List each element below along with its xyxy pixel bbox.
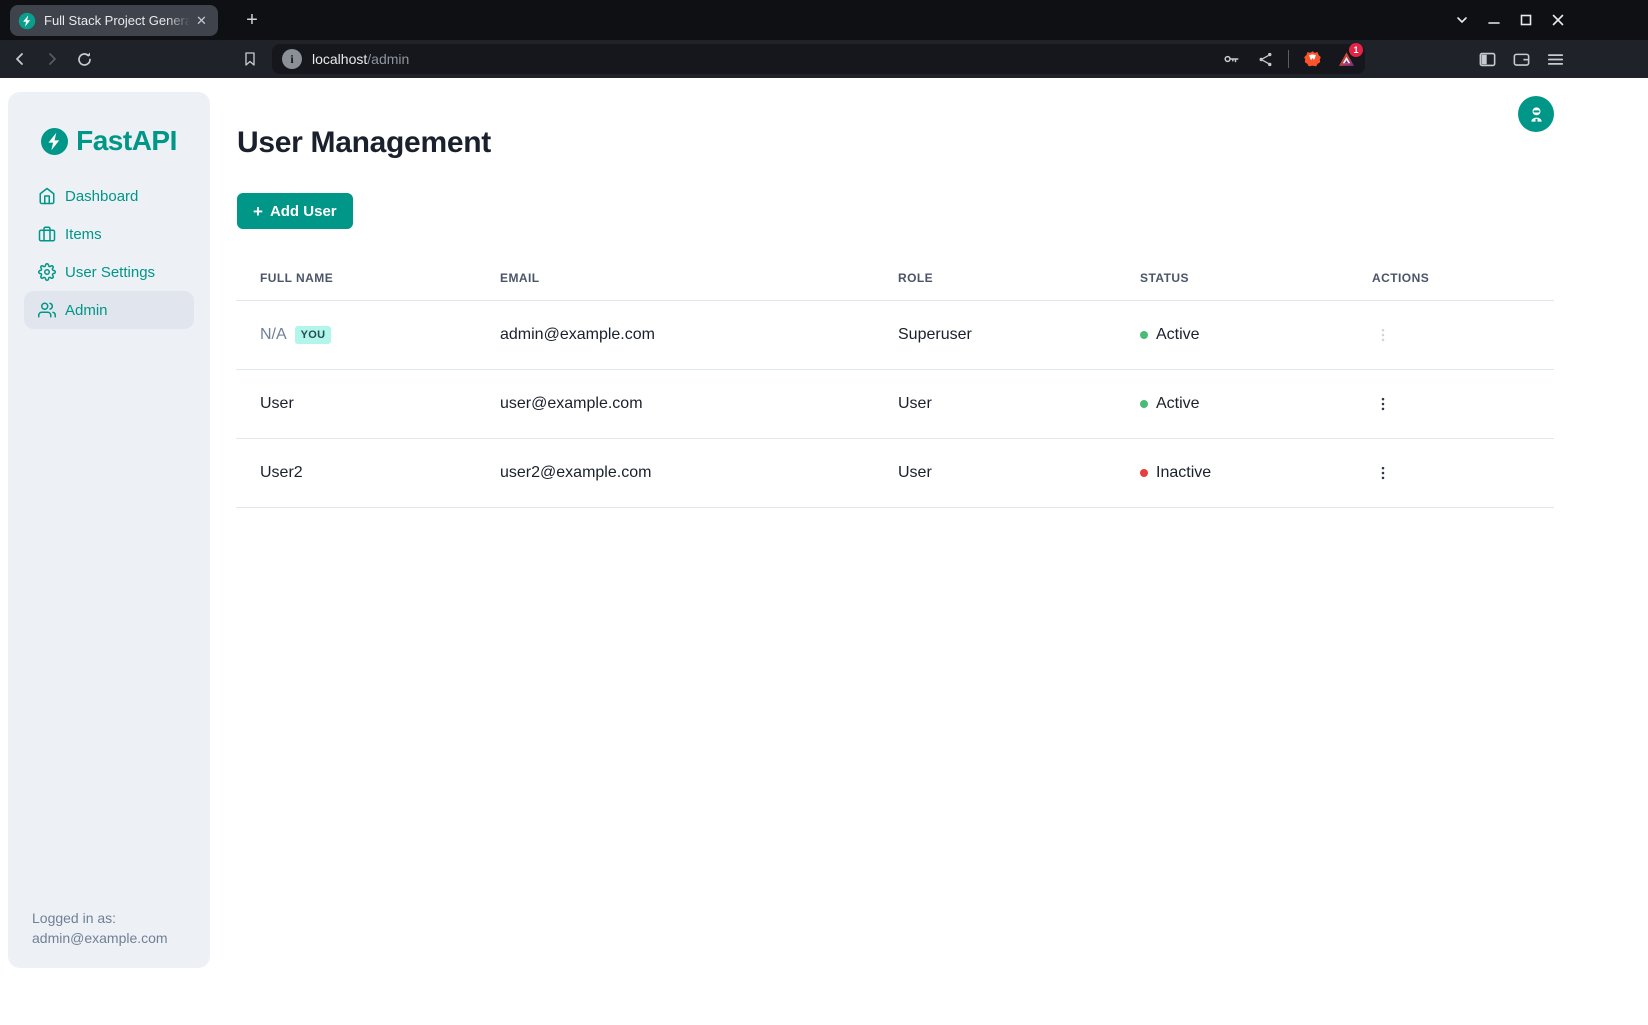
table-row: User2 user2@example.com User Inactive [236,439,1554,508]
page-title: User Management [236,126,1554,160]
ellipsis-vertical-icon [1374,326,1392,344]
logged-in-label: Logged in as: [32,908,168,928]
table-row: User user@example.com User Active [236,370,1554,439]
reload-button[interactable] [68,43,100,75]
table-body: N/A YOU admin@example.com Superuser Acti… [236,301,1554,508]
password-key-icon[interactable] [1220,48,1242,70]
sidebar-item-label: Admin [65,302,108,319]
app-logo: FastAPI [8,125,210,157]
users-table: Full name Email Role Status Actions N/A … [236,255,1554,508]
cell-full-name: User2 [236,464,476,482]
sidebar-nav: Dashboard Items User Settings Admin [8,177,210,329]
url-text[interactable]: localhost/admin [312,51,409,67]
status-dot [1140,331,1148,339]
row-actions-menu-button[interactable] [1372,462,1394,484]
sidebar-item-dashboard[interactable]: Dashboard [24,177,194,215]
sidebar: FastAPI Dashboard Items User Settings Ad… [8,92,210,968]
logged-in-as: Logged in as: admin@example.com [32,908,168,948]
cell-role: Superuser [874,326,1116,344]
browser-tab[interactable]: Full Stack Project Genera ✕ [10,5,218,36]
ellipsis-vertical-icon [1374,464,1392,482]
cell-full-name: User [236,395,476,413]
url-path: /admin [367,51,409,67]
brave-shield-icon[interactable] [1301,48,1323,70]
forward-button[interactable] [36,43,68,75]
plus-icon: + [253,203,263,220]
cell-role: User [874,464,1116,482]
fastapi-logo-icon [41,128,68,155]
cell-full-name: N/A YOU [236,326,476,344]
rewards-count-badge: 1 [1349,43,1363,57]
tab-title: Full Stack Project Genera [44,13,193,28]
table-header-row: Full name Email Role Status Actions [236,255,1554,301]
cell-role: User [874,395,1116,413]
tab-close-icon[interactable]: ✕ [193,12,210,29]
browser-titlebar: Full Stack Project Genera ✕ + [0,0,1648,40]
user-menu-button[interactable] [1518,96,1554,132]
column-header-email: Email [476,271,874,285]
row-actions-menu-button[interactable] [1372,324,1394,346]
app-page: FastAPI Dashboard Items User Settings Ad… [0,78,1648,1025]
column-header-status: Status [1116,271,1348,285]
new-tab-button[interactable]: + [240,8,264,32]
full-name-text: User [260,395,294,413]
window-close-button[interactable] [1548,10,1568,30]
status-text: Active [1156,326,1200,344]
cell-actions [1348,462,1554,484]
browser-toolbar: i localhost/admin 1 [0,40,1648,78]
menu-icon[interactable] [1542,46,1568,72]
app-logo-text: FastAPI [76,125,177,157]
add-user-label: Add User [270,203,337,220]
status-text: Active [1156,395,1200,413]
fastapi-favicon-icon [18,12,36,30]
status-text: Inactive [1156,464,1211,482]
main-content: User Management + Add User Full name Ema… [236,78,1554,508]
user-astronaut-icon [1527,105,1546,124]
address-bar[interactable]: i localhost/admin 1 [272,44,1365,74]
site-info-icon[interactable]: i [282,49,302,69]
table-row: N/A YOU admin@example.com Superuser Acti… [236,301,1554,370]
sidebar-toggle-icon[interactable] [1474,46,1500,72]
window-minimize-button[interactable] [1484,10,1504,30]
you-badge: YOU [295,326,332,344]
sidebar-item-label: Items [65,226,102,243]
back-button[interactable] [4,43,36,75]
status-dot [1140,400,1148,408]
cell-actions [1348,324,1554,346]
users-icon [38,301,56,319]
bookmark-icon[interactable] [238,47,262,71]
ellipsis-vertical-icon [1374,395,1392,413]
cell-status: Active [1116,326,1348,344]
cell-actions [1348,393,1554,415]
logged-in-email: admin@example.com [32,928,168,948]
wallet-icon[interactable] [1508,46,1534,72]
row-actions-menu-button[interactable] [1372,393,1394,415]
briefcase-icon [38,225,56,243]
brave-rewards-icon[interactable]: 1 [1335,48,1357,70]
sidebar-item-label: Dashboard [65,188,138,205]
add-user-button[interactable]: + Add User [237,193,353,229]
share-icon[interactable] [1254,48,1276,70]
gear-icon [38,263,56,281]
tab-search-chevron-icon[interactable] [1452,10,1472,30]
sidebar-item-user-settings[interactable]: User Settings [24,253,194,291]
sidebar-item-admin[interactable]: Admin [24,291,194,329]
full-name-text: N/A [260,326,287,344]
column-header-full-name: Full name [236,271,476,285]
home-icon [38,187,56,205]
url-host: localhost [312,51,367,67]
cell-status: Inactive [1116,464,1348,482]
cell-email: admin@example.com [476,326,874,344]
url-divider [1288,50,1289,68]
cell-email: user2@example.com [476,464,874,482]
full-name-text: User2 [260,464,303,482]
status-dot [1140,469,1148,477]
cell-email: user@example.com [476,395,874,413]
column-header-actions: Actions [1348,271,1554,285]
sidebar-item-label: User Settings [65,264,155,281]
sidebar-item-items[interactable]: Items [24,215,194,253]
window-maximize-button[interactable] [1516,10,1536,30]
cell-status: Active [1116,395,1348,413]
column-header-role: Role [874,271,1116,285]
